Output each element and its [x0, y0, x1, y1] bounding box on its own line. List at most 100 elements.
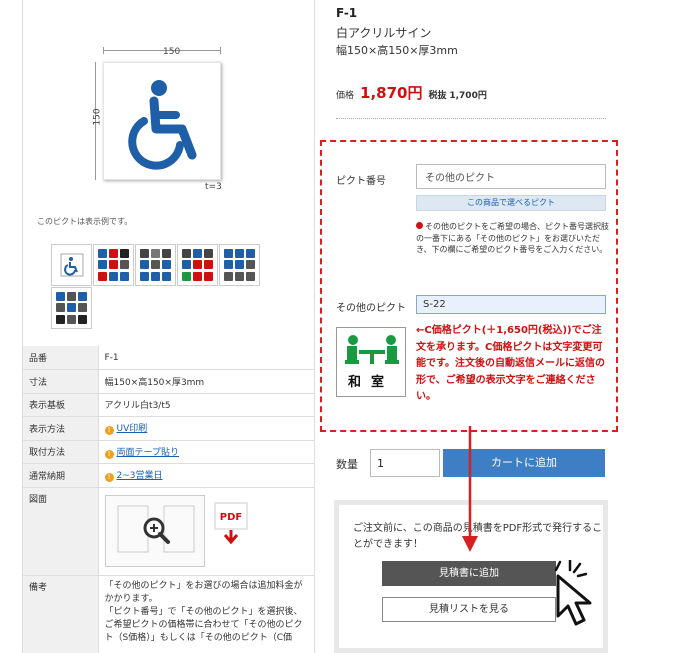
- toilet-male-icon: [98, 249, 107, 259]
- fire-ext-icon: [193, 271, 202, 281]
- sign-plate: [103, 62, 221, 180]
- toilet-icon: [120, 249, 129, 259]
- price-label: 価格: [336, 91, 355, 101]
- mini-6-icon: [78, 303, 87, 313]
- no-entry-icon: [193, 260, 202, 270]
- spec-key: 通常納期: [23, 463, 99, 488]
- group-icon: [224, 249, 233, 259]
- spec-key: 表示基板: [23, 393, 99, 417]
- plug-icon: [235, 271, 244, 281]
- pict-thumb-facility[interactable]: [135, 244, 176, 286]
- table-row: 通常納期 ! 2~3営業日: [23, 463, 315, 488]
- info-icon: !: [104, 473, 114, 483]
- restaurant-icon: [140, 249, 149, 259]
- pict-thumb-misc[interactable]: [51, 287, 92, 329]
- view-quote-list-button[interactable]: 見積リストを見る: [382, 597, 556, 622]
- sign-icon: [193, 249, 202, 259]
- spec-key: 図面: [23, 487, 99, 576]
- price-tax-label: 税抜: [428, 91, 447, 101]
- wifi-icon: [224, 271, 233, 281]
- tape-mount-link[interactable]: 両面テープ貼り: [117, 448, 179, 458]
- click-cursor-icon: [554, 560, 592, 626]
- room-icon: [246, 249, 255, 259]
- phone-icon: [246, 271, 255, 281]
- table-row: 図面 PDF: [23, 487, 315, 576]
- info-icon: [416, 222, 423, 229]
- wheelchair-icon: [128, 80, 197, 170]
- quantity-input[interactable]: [370, 449, 440, 477]
- wheelchair-small-icon: [109, 271, 118, 281]
- lead-time-link[interactable]: 2~3営業日: [117, 471, 163, 481]
- spec-key: 取付方法: [23, 440, 99, 464]
- pict-number-select[interactable]: [416, 164, 606, 189]
- spec-key: 品番: [23, 346, 99, 370]
- mini-5-icon: [67, 303, 76, 313]
- spec-key: 寸法: [23, 369, 99, 394]
- pict-thumb-safety[interactable]: [177, 244, 218, 286]
- product-code: F-1: [336, 6, 358, 20]
- info-icon: !: [104, 449, 114, 459]
- pictogram-thumbnails: [51, 244, 291, 330]
- height-label: 150: [92, 108, 103, 126]
- shop-icon: [151, 249, 160, 259]
- table-row: 表示方法 ! UV印刷: [23, 416, 315, 441]
- remarks-text: 「その他のピクト」をお選びの場合は追加料金がかかります。 「ピクト番号」で「その…: [98, 575, 315, 653]
- people-icon: [162, 249, 171, 259]
- pict-number-label: ピクト番号: [336, 176, 386, 187]
- spec-value: 幅150×高150×厚3mm: [98, 369, 315, 394]
- mini-9-icon: [78, 314, 87, 324]
- pict-note-text: その他のピクトをご希望の場合、ピクト番号選択肢の一番下にある「その他のピクト」を…: [416, 222, 609, 254]
- pdf-icon[interactable]: PDF: [214, 502, 248, 546]
- up-icon: [246, 260, 255, 270]
- exit-icon: [182, 271, 191, 281]
- pict-thumb-toilet[interactable]: [93, 244, 134, 286]
- price-ex-tax: 1,700円: [449, 91, 487, 101]
- walk-icon: [182, 260, 191, 270]
- c-price-note: ←C価格ピクト(＋1,650円(税込))でご注文を承ります。C価格ピクトは文字変…: [416, 325, 605, 402]
- product-detail-panel: 150 150 t=3 このピクトは表示例です。 品番 F-1 寸法 幅150×…: [22, 0, 315, 653]
- display-example-note: このピクトは表示例です。: [37, 217, 133, 226]
- hand-icon: [204, 249, 213, 259]
- divider: [336, 118, 606, 119]
- pict-thumb-guide[interactable]: [219, 244, 260, 286]
- bath-icon: [140, 271, 149, 281]
- table-row: 品番 F-1: [23, 346, 315, 370]
- ostomate-icon: [120, 271, 129, 281]
- spec-key: 備考: [23, 575, 99, 653]
- mini-3-icon: [78, 292, 87, 302]
- available-picts-button[interactable]: この商品で選べるピクト: [416, 195, 606, 211]
- accessible-icon: [98, 260, 107, 270]
- add-to-quote-button[interactable]: 見積書に追加: [382, 561, 556, 586]
- info-mini-icon: [140, 260, 149, 270]
- stairs-icon: [151, 260, 160, 270]
- pdf-label: PDF: [219, 512, 241, 523]
- water-icon: [151, 271, 160, 281]
- person-icon: [182, 249, 191, 259]
- other-pict-input[interactable]: [416, 295, 606, 314]
- mini-4-icon: [56, 303, 65, 313]
- table-row: 寸法 幅150×高150×厚3mm: [23, 369, 315, 394]
- table-row: 取付方法 ! 両面テープ貼り: [23, 440, 315, 464]
- pict-thumb-wheelchair[interactable]: [51, 244, 92, 286]
- no-smoking-icon: [204, 260, 213, 270]
- product-size: 幅150×高150×厚3mm: [336, 44, 458, 57]
- child-icon: [235, 260, 244, 270]
- sign-preview: 150 150 t=3: [93, 42, 233, 192]
- info-icon: !: [104, 426, 114, 436]
- baby-icon: [120, 260, 129, 270]
- family-icon: [235, 249, 244, 259]
- mini-8-icon: [67, 314, 76, 324]
- meeting-room-icon: [345, 335, 399, 364]
- wheelchair-mini-icon: [60, 253, 83, 277]
- zoom-icon: [117, 505, 194, 553]
- table-row: 備考 「その他のピクト」をお選びの場合は追加料金がかかります。 「ピクト番号」で…: [23, 575, 315, 653]
- price-row: 価格 1,870円 税抜 1,700円: [336, 82, 487, 103]
- table-row: 表示基板 アクリル白t3/t5: [23, 393, 315, 417]
- toilet-female-icon: [109, 249, 118, 259]
- shower-icon: [162, 271, 171, 281]
- product-name: 白アクリルサイン: [336, 26, 432, 40]
- washitsu-sign-preview: 和室: [336, 327, 406, 397]
- price-value: 1,870円: [360, 84, 423, 102]
- uv-print-link[interactable]: UV印刷: [117, 424, 148, 434]
- drawing-thumbnail[interactable]: [104, 495, 205, 567]
